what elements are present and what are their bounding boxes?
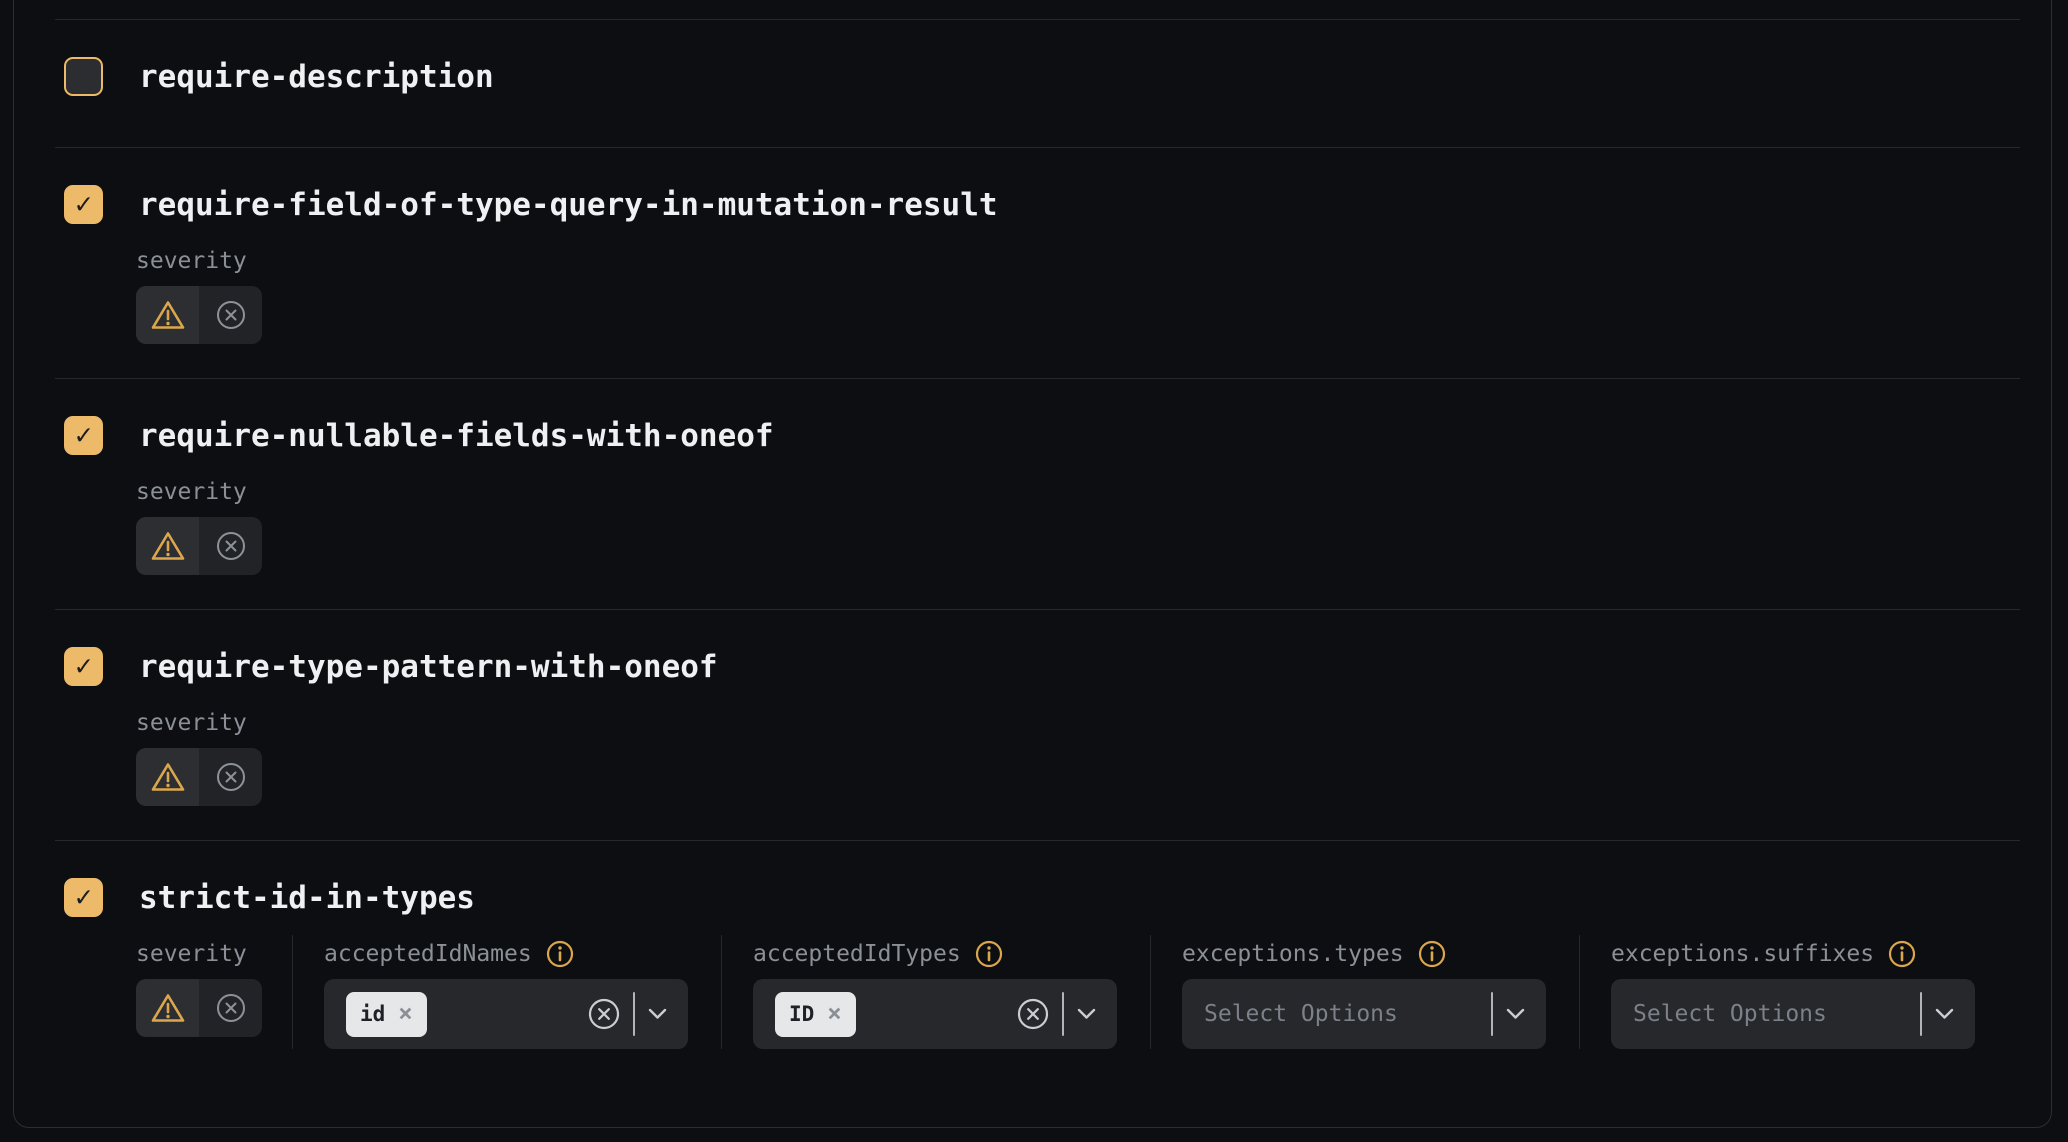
severity-toggle bbox=[136, 286, 262, 344]
rule-checkbox[interactable]: ✓ bbox=[64, 878, 103, 917]
info-icon[interactable] bbox=[546, 940, 574, 968]
multiselect-field: exceptions.types Select Options bbox=[1151, 917, 1579, 1049]
severity-field: severity bbox=[136, 478, 292, 575]
rule-name: require-nullable-fields-with-oneof bbox=[139, 418, 774, 454]
chip-list: ID × bbox=[775, 992, 856, 1037]
rule-checkbox[interactable]: ✓ bbox=[64, 57, 103, 96]
severity-off-button[interactable] bbox=[199, 979, 262, 1037]
rule-name: require-description bbox=[139, 59, 494, 95]
severity-warn-button[interactable] bbox=[136, 979, 199, 1037]
chip-label: id bbox=[360, 1004, 385, 1025]
severity-toggle bbox=[136, 979, 262, 1037]
rule-row: ✓ require-type-pattern-with-oneof severi… bbox=[14, 609, 2051, 840]
rule-header: ✓ strict-id-in-types bbox=[64, 878, 2020, 917]
severity-off-button[interactable] bbox=[199, 517, 262, 575]
warning-triangle-icon bbox=[150, 761, 186, 793]
field-label: exceptions.suffixes bbox=[1611, 941, 1874, 967]
rule-row: ✓ require-field-of-type-query-in-mutatio… bbox=[14, 147, 2051, 378]
rule-details: severity bbox=[136, 709, 2020, 806]
checkmark-icon: ✓ bbox=[75, 883, 92, 911]
multiselect-field: exceptions.suffixes Select Options bbox=[1580, 917, 1975, 1049]
field-label: severity bbox=[136, 479, 247, 505]
rules-config-panel: ✓ require-description ✓ require-field-of… bbox=[13, 0, 2052, 1128]
rule-details: severity acceptedIdNames bbox=[136, 917, 2020, 1049]
circle-x-icon bbox=[215, 761, 247, 793]
chip-remove-icon[interactable]: × bbox=[398, 1001, 412, 1025]
severity-off-button[interactable] bbox=[199, 748, 262, 806]
severity-field: severity bbox=[136, 247, 292, 344]
severity-warn-button[interactable] bbox=[136, 748, 199, 806]
multiselect-field: acceptedIdNames id × bbox=[293, 917, 721, 1049]
clear-selection-icon[interactable] bbox=[587, 997, 621, 1031]
rule-checkbox[interactable]: ✓ bbox=[64, 185, 103, 224]
circle-x-icon bbox=[215, 299, 247, 331]
rule-checkbox[interactable]: ✓ bbox=[64, 416, 103, 455]
checkmark-icon: ✓ bbox=[75, 421, 92, 449]
severity-warn-button[interactable] bbox=[136, 286, 199, 344]
select-divider bbox=[1920, 992, 1922, 1036]
select-divider bbox=[1491, 992, 1493, 1036]
rule-header: ✓ require-type-pattern-with-oneof bbox=[64, 647, 2020, 686]
field-label: severity bbox=[136, 248, 247, 274]
rule-row: ✓ require-nullable-fields-with-oneof sev… bbox=[14, 378, 2051, 609]
severity-toggle bbox=[136, 748, 262, 806]
multiselect-input[interactable]: ID × bbox=[753, 979, 1117, 1049]
severity-warn-button[interactable] bbox=[136, 517, 199, 575]
rule-details: severity bbox=[136, 478, 2020, 575]
info-icon[interactable] bbox=[975, 940, 1003, 968]
circle-x-icon bbox=[215, 992, 247, 1024]
multiselect-input[interactable]: id × bbox=[324, 979, 688, 1049]
rule-row: ✓ strict-id-in-types severity bbox=[14, 840, 2051, 1123]
chevron-down-icon[interactable] bbox=[1934, 1007, 1955, 1021]
clear-selection-icon[interactable] bbox=[1016, 997, 1050, 1031]
chevron-down-icon[interactable] bbox=[1076, 1007, 1097, 1021]
selected-option-chip: ID × bbox=[775, 992, 856, 1037]
warning-triangle-icon bbox=[150, 299, 186, 331]
select-placeholder: Select Options bbox=[1633, 1001, 1827, 1027]
chevron-down-icon[interactable] bbox=[647, 1007, 668, 1021]
rule-name: require-type-pattern-with-oneof bbox=[139, 649, 718, 685]
chip-label: ID bbox=[789, 1004, 814, 1025]
rule-row: ✓ require-description bbox=[14, 19, 2051, 147]
checkmark-icon: ✓ bbox=[75, 190, 92, 218]
circle-x-icon bbox=[215, 530, 247, 562]
multiselect-input[interactable]: Select Options bbox=[1611, 979, 1975, 1049]
warning-triangle-icon bbox=[150, 530, 186, 562]
rule-name: require-field-of-type-query-in-mutation-… bbox=[139, 187, 998, 223]
rule-header: ✓ require-field-of-type-query-in-mutatio… bbox=[64, 185, 2020, 224]
chip-remove-icon[interactable]: × bbox=[827, 1001, 841, 1025]
field-label: exceptions.types bbox=[1182, 941, 1404, 967]
select-placeholder: Select Options bbox=[1204, 1001, 1398, 1027]
field-label: acceptedIdNames bbox=[324, 941, 532, 967]
multiselect-field: acceptedIdTypes ID × bbox=[722, 917, 1150, 1049]
rule-header: ✓ require-nullable-fields-with-oneof bbox=[64, 416, 2020, 455]
rule-checkbox[interactable]: ✓ bbox=[64, 647, 103, 686]
field-label: severity bbox=[136, 710, 247, 736]
severity-off-button[interactable] bbox=[199, 286, 262, 344]
rule-name: strict-id-in-types bbox=[139, 880, 475, 916]
select-divider bbox=[1062, 992, 1064, 1036]
checkmark-icon: ✓ bbox=[75, 652, 92, 680]
field-label: severity bbox=[136, 941, 247, 967]
severity-toggle bbox=[136, 517, 262, 575]
chevron-down-icon[interactable] bbox=[1505, 1007, 1526, 1021]
info-icon[interactable] bbox=[1888, 940, 1916, 968]
info-icon[interactable] bbox=[1418, 940, 1446, 968]
severity-field: severity bbox=[136, 709, 292, 806]
multiselect-input[interactable]: Select Options bbox=[1182, 979, 1546, 1049]
chip-list: id × bbox=[346, 992, 427, 1037]
selected-option-chip: id × bbox=[346, 992, 427, 1037]
rule-details: severity bbox=[136, 247, 2020, 344]
field-label: acceptedIdTypes bbox=[753, 941, 961, 967]
select-divider bbox=[633, 992, 635, 1036]
severity-field: severity bbox=[136, 917, 292, 1049]
warning-triangle-icon bbox=[150, 992, 186, 1024]
rules-list: ✓ require-description ✓ require-field-of… bbox=[14, 19, 2051, 1123]
rule-header: ✓ require-description bbox=[64, 57, 2020, 96]
